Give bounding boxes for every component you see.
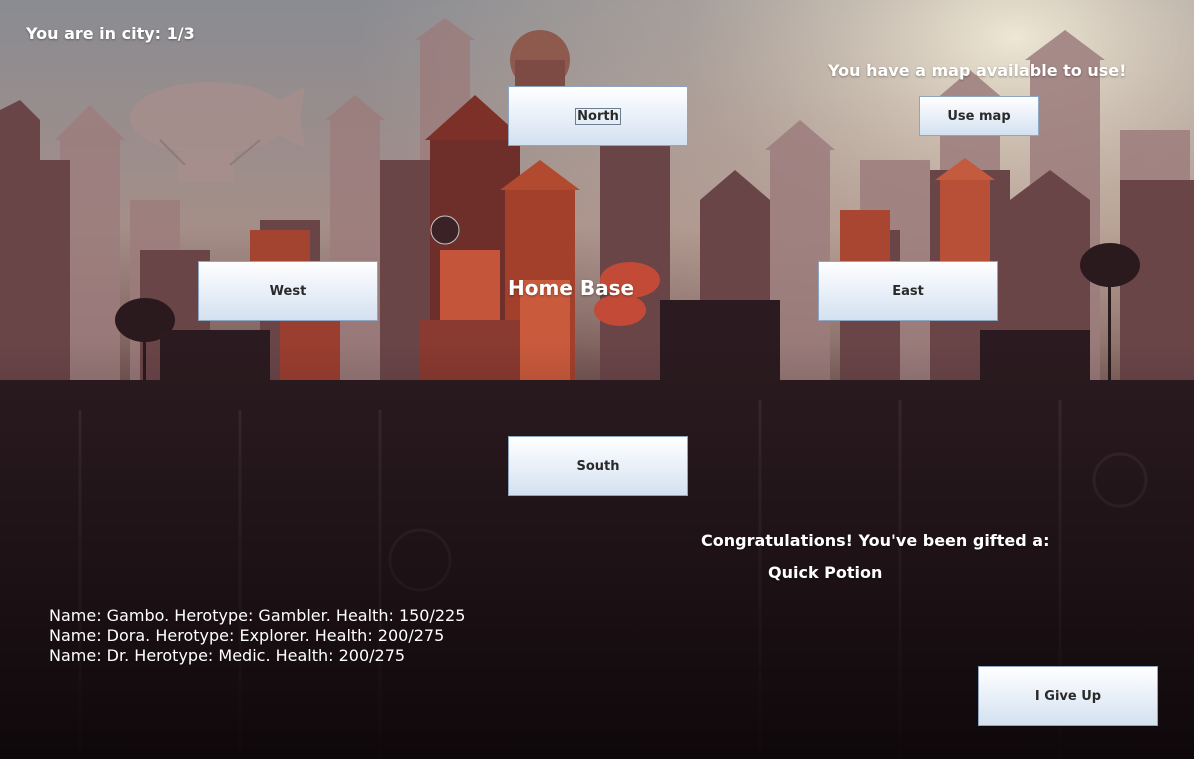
- party-status-list: Name: Gambo. Herotype: Gambler. Health: …: [49, 606, 465, 666]
- party-member-status: Name: Dr. Herotype: Medic. Health: 200/2…: [49, 646, 406, 665]
- location-name: Home Base: [508, 276, 635, 300]
- gift-message: Congratulations! You've been gifted a:: [701, 531, 1050, 550]
- south-button[interactable]: South: [508, 436, 688, 496]
- give-up-button[interactable]: I Give Up: [978, 666, 1158, 726]
- east-label: East: [892, 283, 924, 299]
- north-label: North: [575, 107, 621, 125]
- party-member-status: Name: Dora. Herotype: Explorer. Health: …: [49, 626, 445, 645]
- east-button[interactable]: East: [818, 261, 998, 321]
- use-map-button[interactable]: Use map: [919, 96, 1039, 136]
- give-up-label: I Give Up: [1034, 688, 1102, 704]
- map-available-notice: You have a map available to use!: [828, 61, 1127, 80]
- south-label: South: [576, 458, 620, 474]
- party-member-status: Name: Gambo. Herotype: Gambler. Health: …: [49, 606, 466, 625]
- west-button[interactable]: West: [198, 261, 378, 321]
- west-label: West: [269, 283, 307, 299]
- city-progress-label: You are in city: 1/3: [26, 24, 195, 43]
- north-button[interactable]: North: [508, 86, 688, 146]
- use-map-label: Use map: [947, 108, 1011, 124]
- gift-item-name: Quick Potion: [768, 563, 883, 582]
